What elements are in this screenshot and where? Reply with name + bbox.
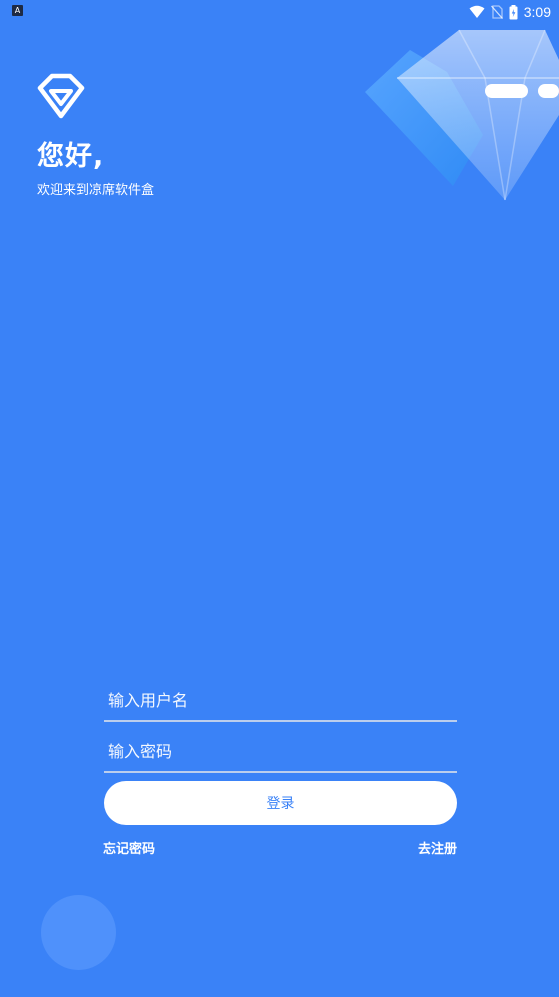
diamond-illustration xyxy=(365,29,559,201)
wifi-icon xyxy=(469,5,485,18)
greeting-title: 您好, xyxy=(37,141,105,172)
login-button[interactable]: 登录 xyxy=(104,781,457,825)
diamond-logo-icon xyxy=(37,73,85,119)
no-sim-icon xyxy=(490,5,503,19)
password-input[interactable] xyxy=(104,733,457,769)
password-field xyxy=(104,733,457,773)
app-notification-icon: A xyxy=(12,5,23,16)
decorative-circle xyxy=(41,895,116,970)
status-icons: 3:09 xyxy=(469,2,551,22)
battery-icon xyxy=(509,4,518,19)
username-input[interactable] xyxy=(104,682,457,718)
forgot-password-link[interactable]: 忘记密码 xyxy=(103,838,155,857)
welcome-subtitle: 欢迎来到凉席软件盒 xyxy=(37,183,155,198)
status-time: 3:09 xyxy=(523,4,551,20)
register-link[interactable]: 去注册 xyxy=(418,838,457,857)
username-field xyxy=(104,682,457,722)
